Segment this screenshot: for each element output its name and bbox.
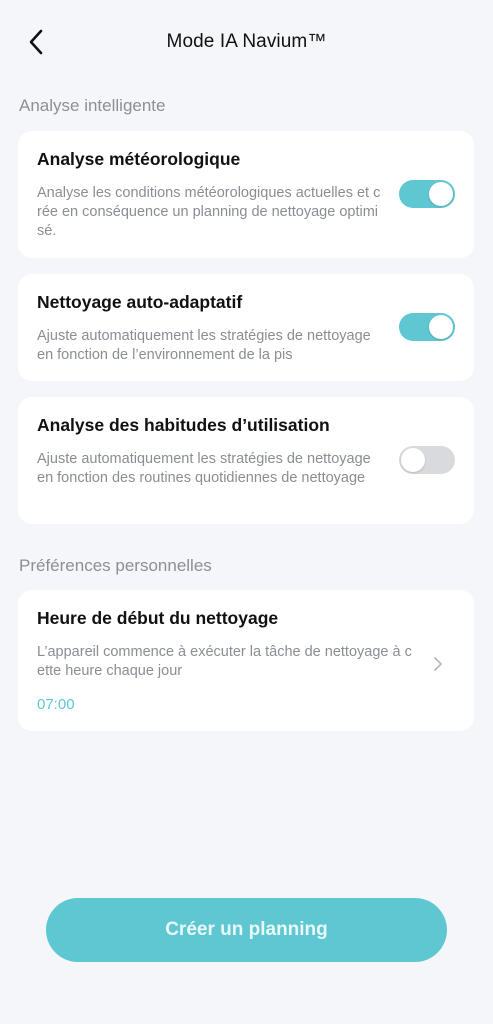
chevron-right-icon: [434, 657, 442, 671]
usage-habits-card: Analyse des habitudes d’utilisation Ajus…: [18, 397, 474, 524]
page-title: Mode IA Navium™: [166, 31, 327, 52]
weather-analysis-description: Analyse les conditions météorologiques a…: [37, 185, 381, 239]
weather-analysis-toggle[interactable]: [399, 180, 455, 208]
usage-habits-title: Analyse des habitudes d’utilisation: [37, 415, 330, 435]
create-schedule-button[interactable]: Créer un planning: [46, 898, 447, 962]
usage-habits-description: Ajuste automatiquement les stratégies de…: [37, 451, 371, 486]
section-title-personal-preferences: Préférences personnelles: [19, 556, 212, 575]
section-title-smart-analysis: Analyse intelligente: [19, 96, 166, 115]
start-time-description: L’appareil commence à exécuter la tâche …: [37, 644, 412, 679]
header: Mode IA Navium™: [0, 0, 493, 84]
usage-habits-toggle[interactable]: [399, 446, 455, 474]
auto-adaptive-toggle[interactable]: [399, 313, 455, 341]
start-time-value: 07:00: [37, 696, 75, 713]
toggle-knob: [401, 448, 425, 472]
auto-adaptive-description: Ajuste automatiquement les stratégies de…: [37, 328, 371, 363]
weather-analysis-title: Analyse météorologique: [37, 149, 241, 169]
start-time-row[interactable]: Heure de début du nettoyage L’appareil c…: [18, 590, 474, 731]
toggle-knob: [429, 182, 453, 206]
start-time-title: Heure de début du nettoyage: [37, 608, 279, 628]
toggle-knob: [429, 315, 453, 339]
auto-adaptive-title: Nettoyage auto-adaptatif: [37, 292, 243, 312]
auto-adaptive-card: Nettoyage auto-adaptatif Ajuste automati…: [18, 274, 474, 381]
weather-analysis-card: Analyse météorologique Analyse les condi…: [18, 131, 474, 258]
